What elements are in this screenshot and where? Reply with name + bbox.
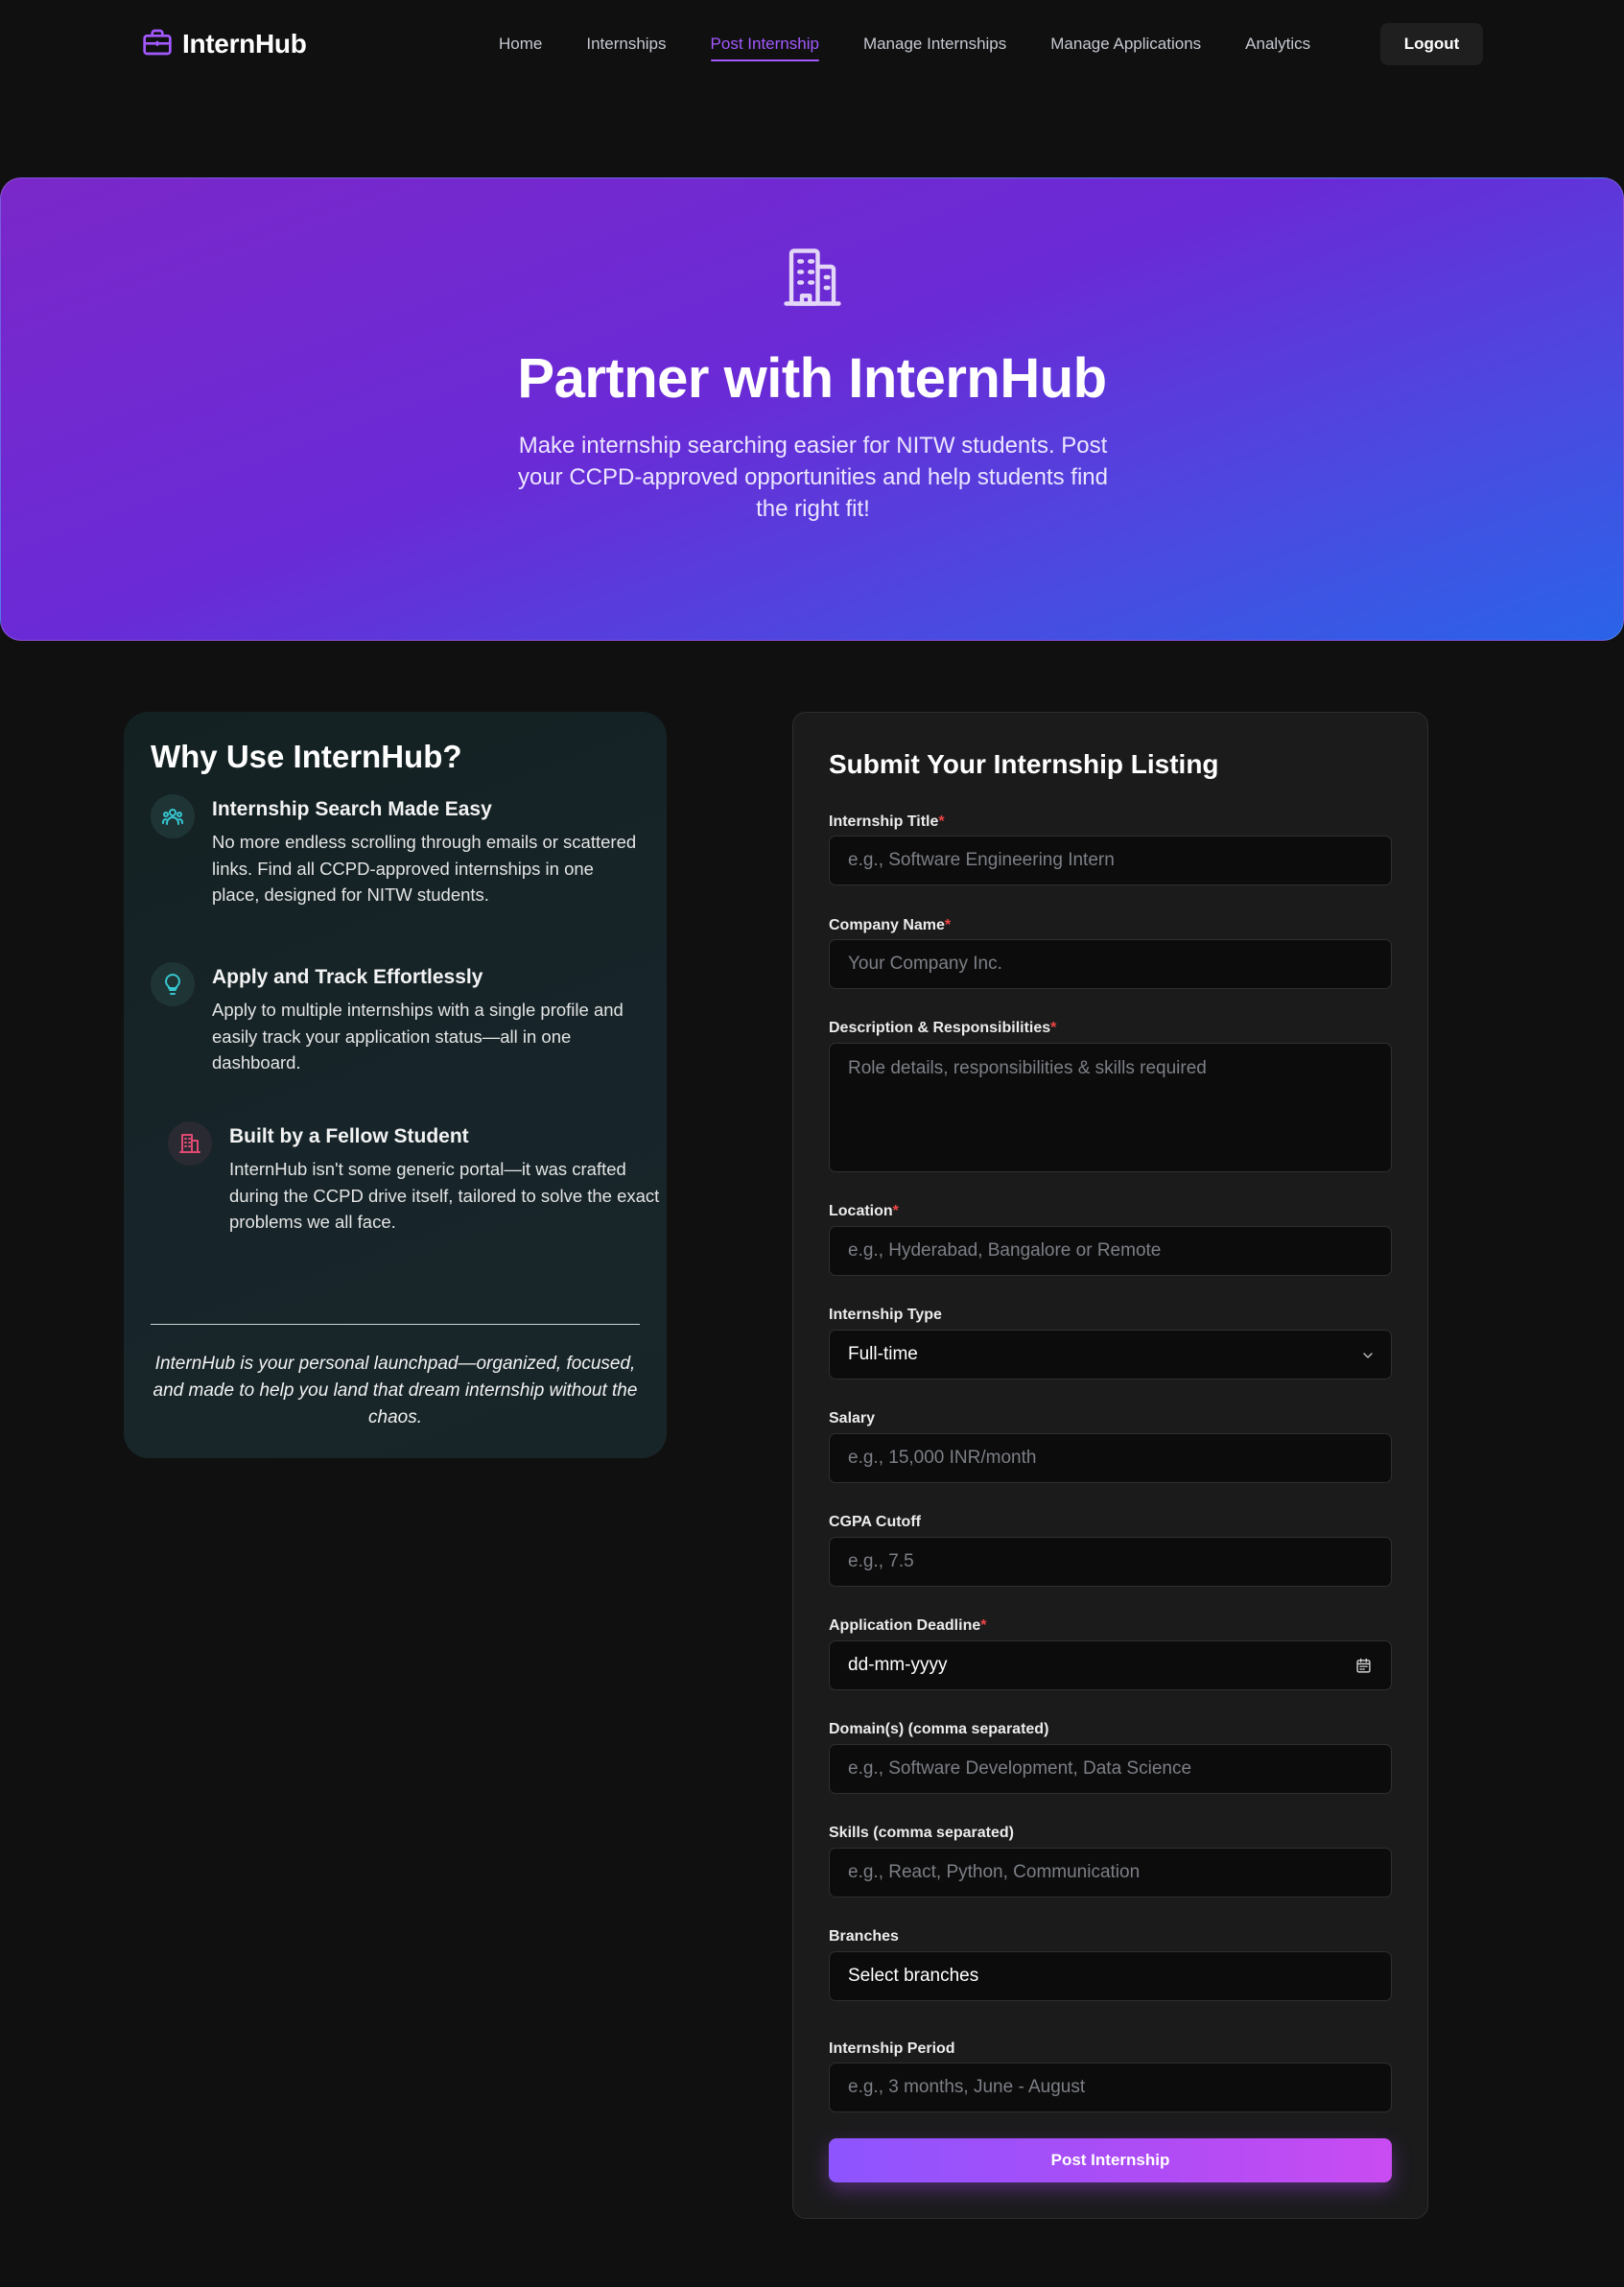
feature-text: No more endless scrolling through emails… <box>212 832 637 905</box>
company-input[interactable] <box>829 939 1392 989</box>
branches-select[interactable]: Select branches <box>829 1951 1392 2001</box>
deadline-label: Application Deadline* <box>829 1617 987 1634</box>
lightbulb-icon <box>151 962 195 1006</box>
deadline-value: dd-mm-yyyy <box>848 1655 948 1675</box>
nav-manage-internships[interactable]: Manage Internships <box>863 25 1006 63</box>
briefcase-icon <box>142 27 173 62</box>
building-icon <box>781 246 844 309</box>
location-label: Location* <box>829 1203 899 1219</box>
required-mark: * <box>892 1203 899 1219</box>
domains-input[interactable] <box>829 1744 1392 1794</box>
cgpa-label: CGPA Cutoff <box>829 1514 921 1530</box>
skills-input[interactable] <box>829 1848 1392 1898</box>
chevron-down-icon <box>1360 1348 1376 1369</box>
why-card: Why Use InternHub? Internship Search Mad… <box>124 712 667 1458</box>
location-input[interactable] <box>829 1226 1392 1276</box>
title-input[interactable] <box>829 836 1392 885</box>
skills-label: Skills (comma separated) <box>829 1825 1014 1841</box>
branches-label: Branches <box>829 1928 899 1945</box>
feature-title: Built by a Fellow Student <box>229 1125 469 1147</box>
branches-select-value: Select branches <box>848 1966 979 1986</box>
salary-label: Salary <box>829 1410 876 1426</box>
nav-post-internship[interactable]: Post Internship <box>710 25 820 63</box>
period-input[interactable] <box>829 2063 1392 2112</box>
description-label: Description & Responsibilities* <box>829 1020 1057 1036</box>
nav-links: Home Internships Post Internship Manage … <box>499 23 1354 65</box>
nav-manage-applications[interactable]: Manage Applications <box>1050 25 1201 63</box>
feature-title: Internship Search Made Easy <box>212 798 492 820</box>
required-mark: * <box>944 917 952 933</box>
hero-title: Partner with InternHub <box>517 347 1107 410</box>
divider <box>151 1324 640 1325</box>
deadline-date-input[interactable]: dd-mm-yyyy <box>829 1640 1392 1690</box>
feature-text: InternHub isn't some generic portal—it w… <box>229 1159 660 1232</box>
building-icon <box>168 1121 212 1166</box>
why-quote: InternHub is your personal launchpad—org… <box>153 1354 638 1427</box>
title-label: Internship Title* <box>829 813 945 830</box>
feature-title: Apply and Track Effortlessly <box>212 966 483 988</box>
type-select-value: Full-time <box>848 1344 918 1364</box>
period-label: Internship Period <box>829 2040 955 2057</box>
form-title: Submit Your Internship Listing <box>829 749 1219 779</box>
hero-subtitle: Make internship searching easier for NIT… <box>517 433 1109 522</box>
feature-text: Apply to multiple internships with a sin… <box>212 1000 624 1073</box>
company-label: Company Name* <box>829 917 952 933</box>
top-nav: InternHub Home Internships Post Internsh… <box>0 0 1624 88</box>
users-icon <box>151 794 195 838</box>
salary-input[interactable] <box>829 1433 1392 1483</box>
domains-label: Domain(s) (comma separated) <box>829 1721 1049 1737</box>
nav-internships[interactable]: Internships <box>586 25 666 63</box>
type-select[interactable]: Full-time <box>829 1330 1392 1379</box>
logout-button[interactable]: Logout <box>1380 23 1483 65</box>
calendar-icon[interactable] <box>1355 1658 1372 1680</box>
type-label: Internship Type <box>829 1307 942 1323</box>
nav-analytics[interactable]: Analytics <box>1245 25 1310 63</box>
post-internship-button[interactable]: Post Internship <box>829 2138 1392 2182</box>
cgpa-input[interactable] <box>829 1537 1392 1587</box>
brand-name: InternHub <box>182 29 307 59</box>
required-mark: * <box>1050 1020 1057 1036</box>
internship-form: Submit Your Internship Listing Internshi… <box>792 712 1428 2219</box>
why-title: Why Use InternHub? <box>151 739 462 774</box>
nav-home[interactable]: Home <box>499 25 542 63</box>
hero-banner: Partner with InternHub Make internship s… <box>0 177 1624 641</box>
required-mark: * <box>938 813 945 830</box>
required-mark: * <box>980 1617 987 1634</box>
description-textarea[interactable] <box>829 1043 1392 1172</box>
brand-logo[interactable]: InternHub <box>142 27 307 61</box>
